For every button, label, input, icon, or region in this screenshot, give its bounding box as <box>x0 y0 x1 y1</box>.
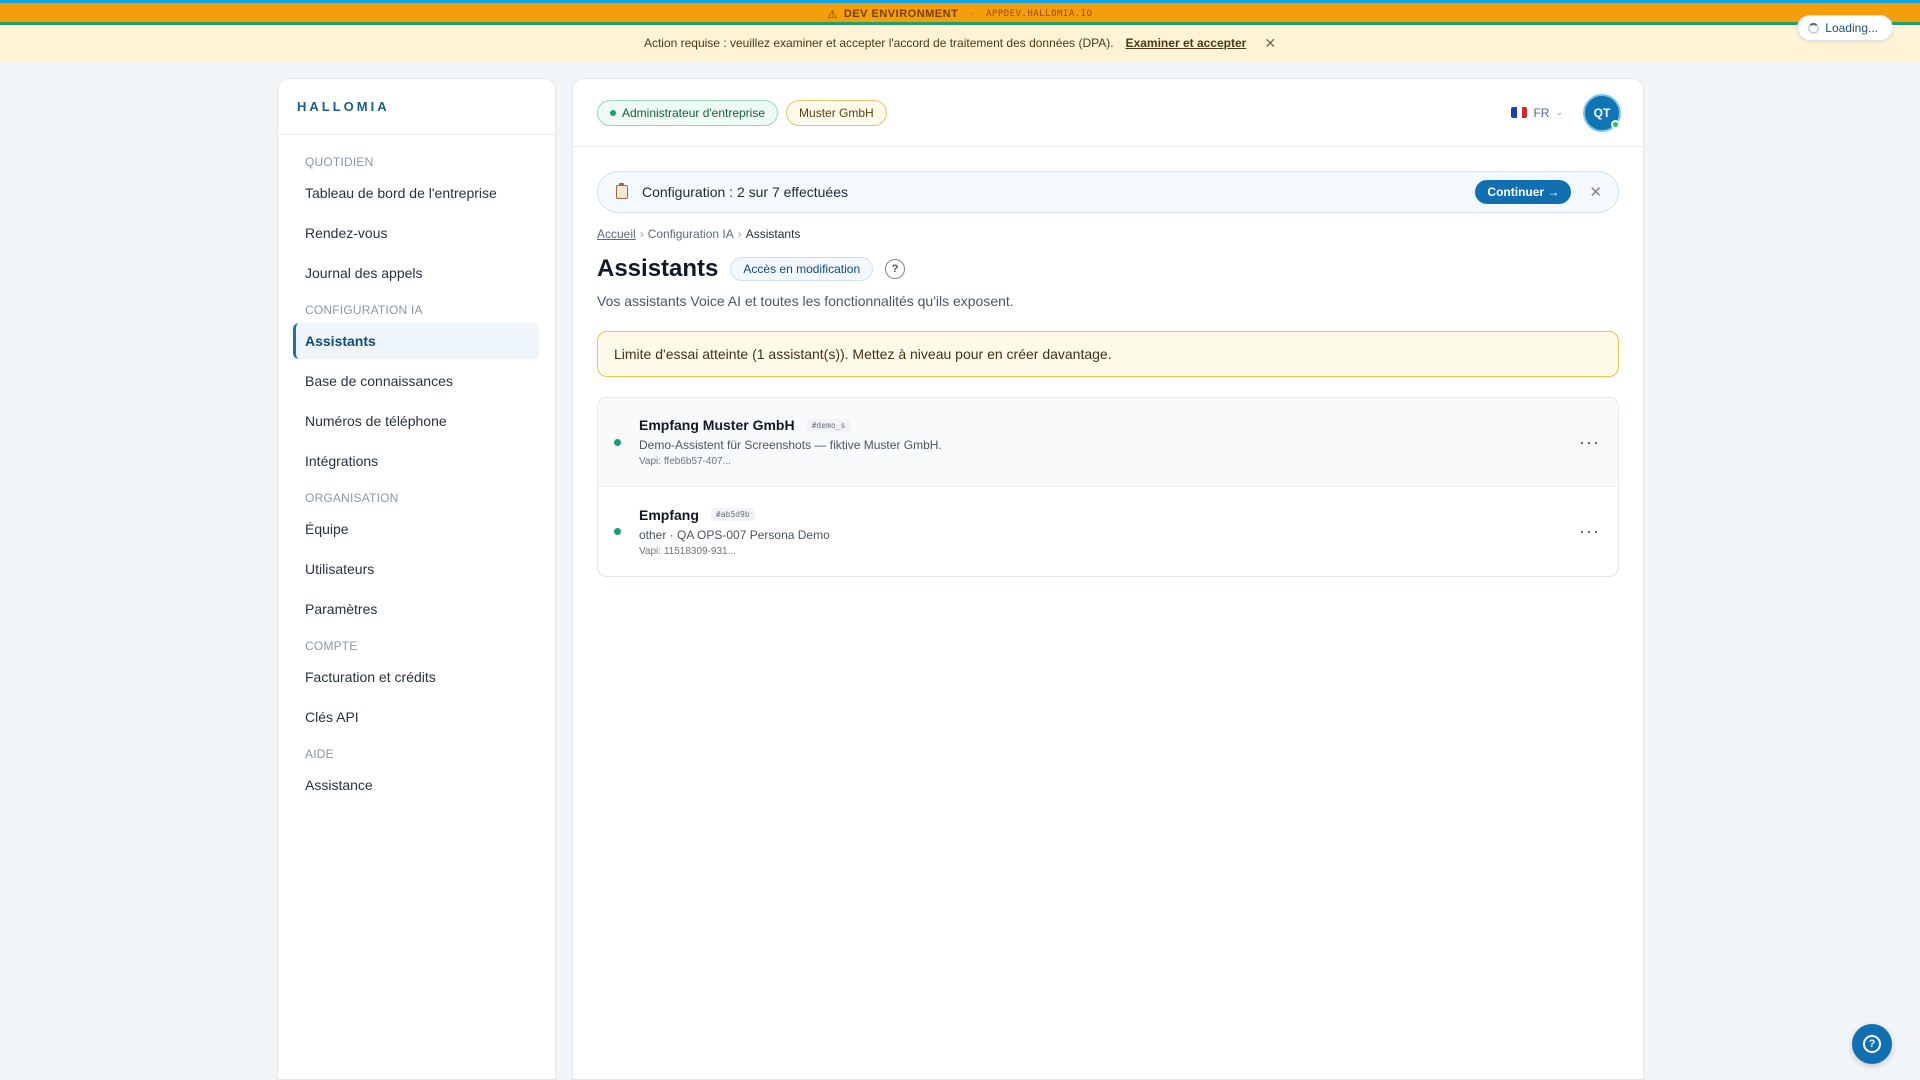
dev-environment-label: ⚠ DEV ENVIRONMENT <box>827 8 959 21</box>
assistant-tag: #demo_s <box>806 418 851 432</box>
nav-section-title: QUOTIDIEN <box>305 155 374 169</box>
sidebar-nav: QUOTIDIEN Tableau de bord de l'entrepris… <box>278 135 555 805</box>
trial-limit-alert: Limite d'essai atteinte (1 assistant(s))… <box>597 331 1619 377</box>
sidebar-item-assistants[interactable]: Assistants <box>293 323 539 359</box>
more-options-icon[interactable]: ··· <box>1579 432 1600 453</box>
dpa-notice-bar: Action requise : veuillez examiner et ac… <box>0 25 1920 61</box>
dev-host: APPDEV.HALLOMIA.IO <box>985 9 1093 19</box>
company-badge: Muster GmbH <box>786 99 887 126</box>
page-title: Assistants <box>597 255 719 282</box>
loading-label: Loading... <box>1825 21 1878 35</box>
access-badge: Accès en modification <box>730 257 874 281</box>
sidebar-item-call-log[interactable]: Journal des appels <box>293 253 539 293</box>
brand-logo[interactable]: HALLOMIA <box>278 79 555 135</box>
close-icon[interactable]: ✕ <box>1264 35 1276 52</box>
sidebar: HALLOMIA QUOTIDIEN Tableau de bord de l'… <box>277 78 556 1080</box>
continue-button[interactable]: Continuer → <box>1475 180 1572 204</box>
breadcrumb-separator: › <box>737 227 742 241</box>
assistant-info: Empfang #ab5d9b other · QA OPS-007 Perso… <box>639 507 1579 557</box>
page-content: Configuration : 2 sur 7 effectuées Conti… <box>573 147 1643 577</box>
assistant-vapi-id: Vapi: 11518309-931... <box>639 545 736 557</box>
breadcrumb-home[interactable]: Accueil <box>597 227 636 241</box>
sidebar-item-appointments[interactable]: Rendez-vous <box>293 213 539 253</box>
warning-icon: ⚠ <box>827 8 838 21</box>
language-label: FR <box>1533 105 1550 120</box>
language-selector[interactable]: FR ⌄ <box>1511 106 1563 120</box>
sidebar-item-settings[interactable]: Paramètres <box>293 589 539 629</box>
nav-section-title: COMPTE <box>305 639 358 653</box>
sidebar-item-phone-numbers[interactable]: Numéros de téléphone <box>293 401 539 441</box>
chevron-down-icon: ⌄ <box>1555 107 1563 117</box>
spinner-icon <box>1808 22 1820 34</box>
sidebar-item-integrations[interactable]: Intégrations <box>293 441 539 481</box>
assistant-tag: #ab5d9b <box>710 508 755 521</box>
assistant-vapi-id: Vapi: ffeb6b57-407... <box>639 456 731 467</box>
page-subtitle: Vos assistants Voice AI et toutes les fo… <box>597 293 1014 309</box>
breadcrumb-current: Assistants <box>745 227 801 241</box>
help-floating-button[interactable]: ? <box>1852 1024 1892 1064</box>
sidebar-item-support[interactable]: Assistance <box>293 765 539 805</box>
loading-indicator: Loading... <box>1797 15 1893 41</box>
sidebar-item-billing[interactable]: Facturation et crédits <box>293 657 539 697</box>
setup-progress-banner: Configuration : 2 sur 7 effectuées Conti… <box>597 171 1619 213</box>
sidebar-item-dashboard[interactable]: Tableau de bord de l'entreprise <box>293 173 539 213</box>
dev-separator: · <box>970 8 974 20</box>
active-status-icon <box>614 438 621 446</box>
close-icon[interactable]: ✕ <box>1589 183 1602 201</box>
title-row: Assistants Accès en modification ? <box>597 255 1619 283</box>
breadcrumb: Accueil › Configuration IA › Assistants <box>597 227 1619 241</box>
dev-environment-banner: ⚠ DEV ENVIRONMENT · APPDEV.HALLOMIA.IO <box>0 0 1920 25</box>
nav-section-title: AIDE <box>305 747 334 761</box>
topbar: Administrateur d'entreprise Muster GmbH … <box>573 79 1643 147</box>
assistant-row[interactable]: Empfang #ab5d9b other · QA OPS-007 Perso… <box>598 487 1618 576</box>
setup-progress-text: Configuration : 2 sur 7 effectuées <box>642 184 848 200</box>
clipboard-icon <box>616 183 628 199</box>
breadcrumb-ai-config[interactable]: Configuration IA <box>648 227 734 241</box>
assistant-description: Demo-Assistent für Screenshots — fiktive… <box>639 438 942 452</box>
active-status-icon <box>614 528 621 535</box>
breadcrumb-separator: › <box>639 227 644 241</box>
sidebar-item-knowledge-base[interactable]: Base de connaissances <box>293 361 539 401</box>
help-icon: ? <box>1863 1035 1881 1053</box>
avatar[interactable]: QT <box>1583 93 1621 132</box>
sidebar-item-api-keys[interactable]: Clés API <box>293 697 539 737</box>
online-status-icon <box>1611 119 1620 129</box>
assistant-list: Empfang Muster GmbH #demo_s Demo-Assiste… <box>597 397 1619 577</box>
assistant-info: Empfang Muster GmbH #demo_s Demo-Assiste… <box>639 417 1579 467</box>
dpa-review-link[interactable]: Examiner et accepter <box>1126 36 1247 50</box>
assistant-description: other · QA OPS-007 Persona Demo <box>639 527 830 542</box>
assistant-row[interactable]: Empfang Muster GmbH #demo_s Demo-Assiste… <box>598 398 1618 487</box>
dpa-message: Action requise : veuillez examiner et ac… <box>643 36 1114 50</box>
role-badge: Administrateur d'entreprise <box>597 99 779 126</box>
more-options-icon[interactable]: ··· <box>1579 521 1600 542</box>
sidebar-item-users[interactable]: Utilisateurs <box>293 549 539 589</box>
avatar-initials: QT <box>1593 105 1611 120</box>
france-flag-icon <box>1511 107 1528 118</box>
main-panel: Administrateur d'entreprise Muster GmbH … <box>572 78 1644 1080</box>
nav-section-title: CONFIGURATION IA <box>305 303 423 317</box>
help-icon[interactable]: ? <box>885 259 906 279</box>
sidebar-item-team[interactable]: Équipe <box>293 509 539 549</box>
nav-section-title: ORGANISATION <box>305 491 399 505</box>
assistant-name[interactable]: Empfang <box>639 507 699 523</box>
status-dot-icon <box>610 109 616 116</box>
assistant-name[interactable]: Empfang Muster GmbH <box>639 417 795 433</box>
